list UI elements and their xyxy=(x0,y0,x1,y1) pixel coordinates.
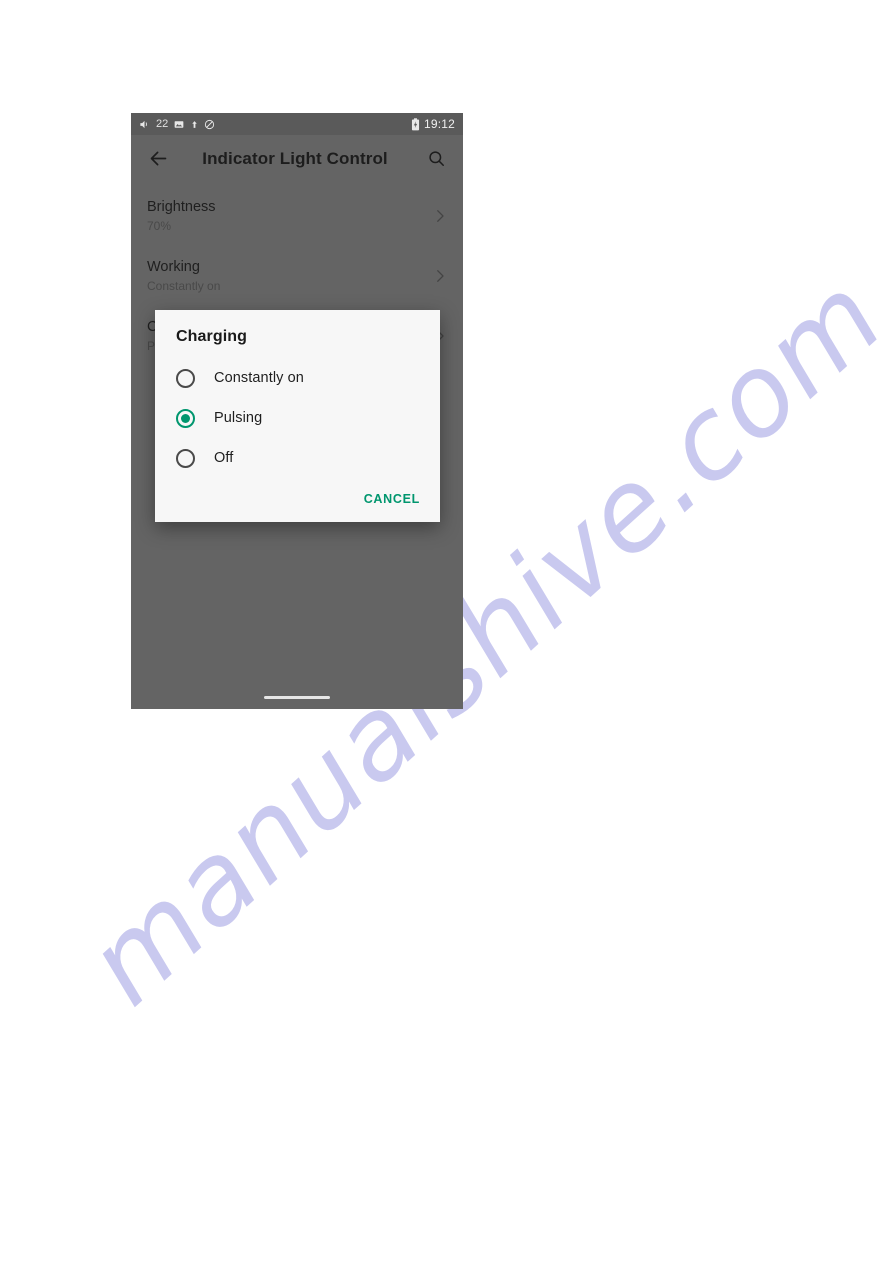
app-bar: Indicator Light Control xyxy=(131,135,463,182)
upload-arrow-icon xyxy=(190,119,199,130)
charging-dialog: Charging Constantly on Pulsing Off CANCE… xyxy=(155,310,440,522)
chevron-right-icon xyxy=(431,267,449,285)
radio-option-off[interactable]: Off xyxy=(155,438,440,478)
radio-option-label: Off xyxy=(214,450,234,466)
list-item-subtitle: 70% xyxy=(147,218,172,233)
radio-option-label: Constantly on xyxy=(214,370,304,386)
volume-icon xyxy=(138,119,151,130)
list-item-texts: Working Constantly on xyxy=(147,258,431,295)
volume-level-value: 22 xyxy=(156,118,169,130)
page-title: Indicator Light Control xyxy=(202,148,388,168)
battery-charging-icon xyxy=(411,117,420,131)
radio-option-pulsing[interactable]: Pulsing xyxy=(155,398,440,438)
status-bar-clock: 19:12 xyxy=(423,117,455,131)
status-bar-left-icons: 22 xyxy=(138,118,411,130)
back-arrow-icon[interactable] xyxy=(145,146,171,172)
cancel-button[interactable]: CANCEL xyxy=(362,490,422,508)
document-page: manualshive.com 22 19:12 Indicator Light… xyxy=(0,0,893,1263)
screenshot-icon xyxy=(173,119,185,130)
radio-button-icon[interactable] xyxy=(176,448,195,468)
phone-screenshot: 22 19:12 Indicator Light Control Brightn… xyxy=(131,113,463,709)
radio-option-label: Pulsing xyxy=(214,410,263,426)
status-bar-right-icons: 19:12 xyxy=(411,117,455,131)
chevron-right-icon xyxy=(431,207,449,225)
list-item-title: Working xyxy=(147,258,200,275)
search-icon[interactable] xyxy=(423,146,449,172)
list-item-title: Brightness xyxy=(147,198,216,215)
dialog-title: Charging xyxy=(176,328,248,345)
list-item-subtitle: Constantly on xyxy=(147,278,221,293)
radio-button-selected-icon[interactable] xyxy=(176,408,195,428)
list-item-texts: Brightness 70% xyxy=(147,198,431,235)
status-bar: 22 19:12 xyxy=(131,113,463,135)
do-not-disturb-icon xyxy=(204,119,215,130)
radio-button-icon[interactable] xyxy=(176,368,195,388)
radio-option-constantly-on[interactable]: Constantly on xyxy=(155,358,440,398)
dialog-actions: CANCEL xyxy=(155,478,440,516)
list-item-working[interactable]: Working Constantly on xyxy=(131,246,463,306)
home-indicator-bar xyxy=(264,696,330,699)
list-item-brightness[interactable]: Brightness 70% xyxy=(131,186,463,246)
